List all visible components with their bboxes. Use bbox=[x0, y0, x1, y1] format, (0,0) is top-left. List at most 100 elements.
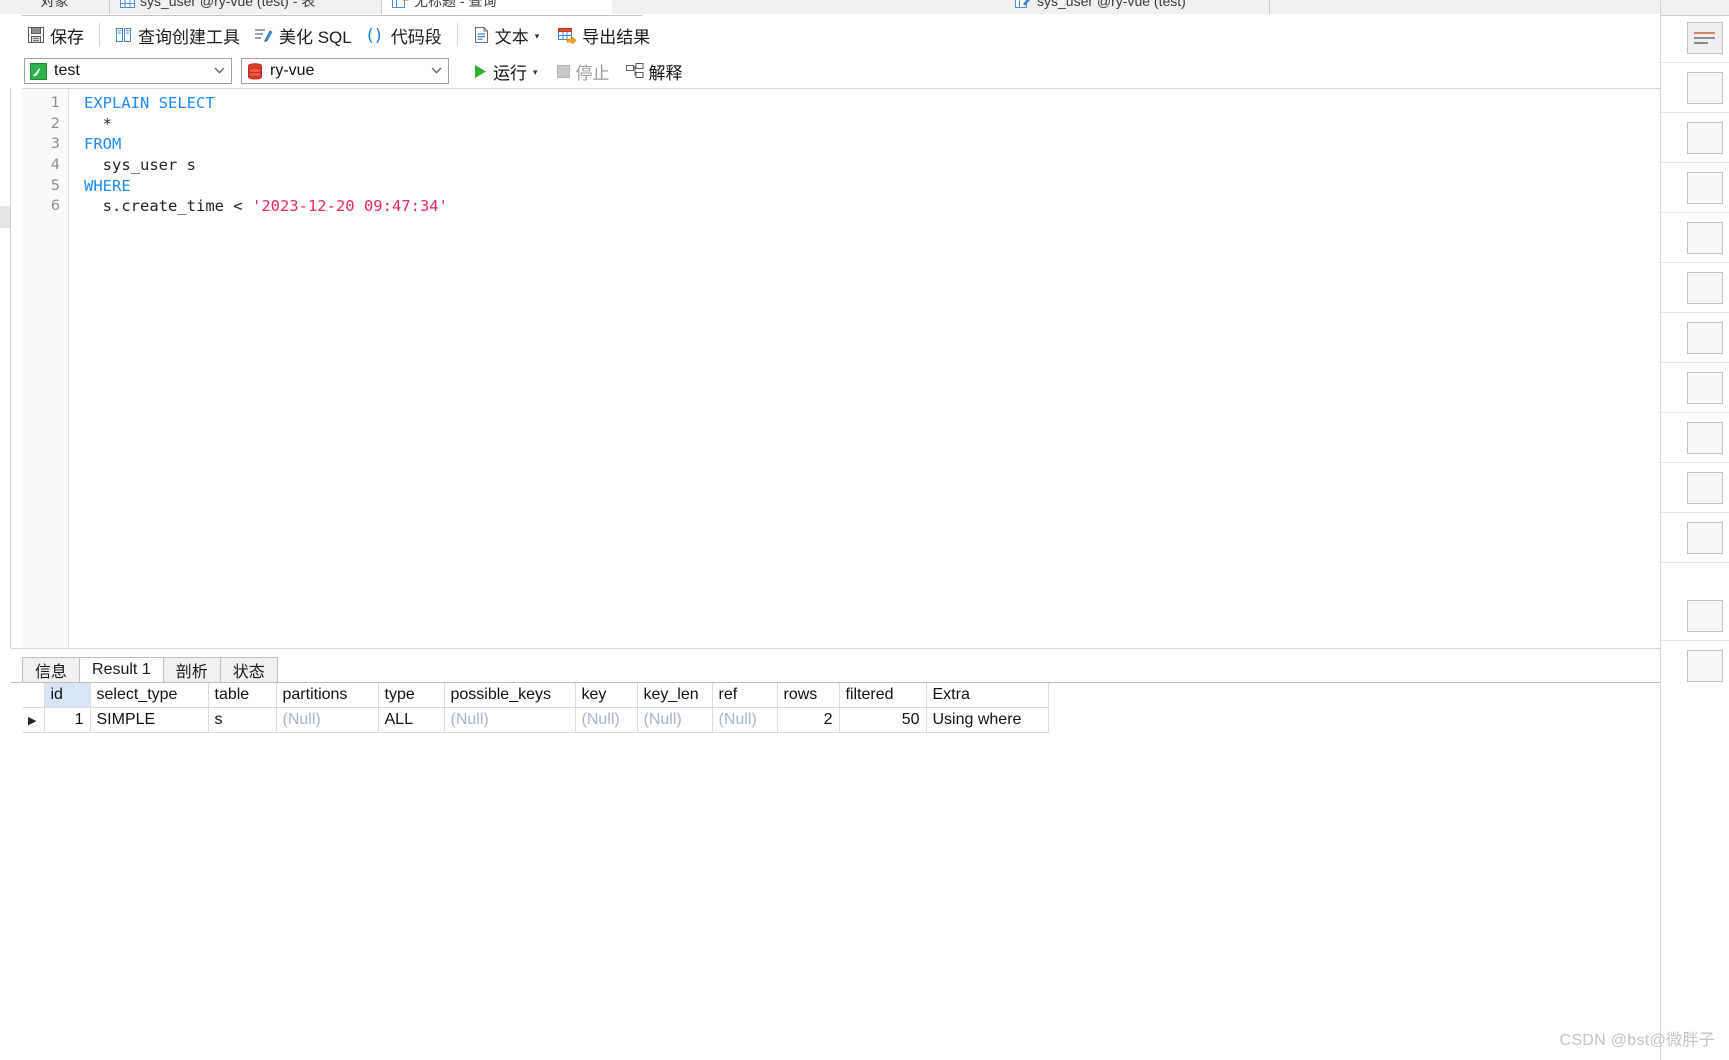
sidebar-tool-5[interactable] bbox=[1687, 222, 1723, 254]
grid-cell[interactable]: (Null) bbox=[574, 707, 638, 733]
sidebar-tool-7[interactable] bbox=[1687, 322, 1723, 354]
database-select[interactable]: ry-vue bbox=[241, 58, 449, 84]
code-line-text: EXPLAIN SELECT bbox=[68, 93, 215, 114]
svg-text:(: ( bbox=[367, 26, 374, 45]
grid-cell[interactable]: (Null) bbox=[711, 707, 778, 733]
grid-cell[interactable]: SIMPLE bbox=[89, 707, 209, 733]
grid-cell[interactable]: Using where bbox=[925, 707, 1049, 733]
sidebar-divider bbox=[1661, 512, 1729, 513]
grid-column-header[interactable]: table bbox=[207, 683, 277, 708]
snippet-button[interactable]: ( ) 代码段 bbox=[359, 20, 449, 50]
grid-column-header[interactable]: ref bbox=[711, 683, 778, 708]
right-sidebar bbox=[1660, 0, 1729, 1060]
grid-column-header[interactable]: possible_keys bbox=[443, 683, 576, 708]
grid-column-header[interactable]: type bbox=[377, 683, 445, 708]
chevron-down-icon[interactable] bbox=[431, 66, 442, 75]
main-toolbar: 保存 查询创建工具 美化 SQL () 代码段 文本 ▾ 导出结果 bbox=[0, 16, 1729, 54]
grid-column-header[interactable]: id bbox=[43, 683, 91, 708]
sidebar-tool-4[interactable] bbox=[1687, 172, 1723, 204]
chevron-down-icon[interactable]: ▾ bbox=[535, 31, 540, 42]
grid-column-header[interactable]: rows bbox=[776, 683, 840, 708]
grid-column-header[interactable]: select_type bbox=[89, 683, 209, 708]
result-tab-1[interactable]: 信息 bbox=[22, 657, 80, 683]
beautify-sql-button[interactable]: 美化 SQL bbox=[247, 20, 359, 50]
grid-cell[interactable]: (Null) bbox=[275, 707, 379, 733]
line-number: 5 bbox=[50, 177, 60, 194]
explain-result-grid[interactable]: id select_type table partitions type possible… bbox=[22, 683, 1049, 733]
grid-cell[interactable]: s bbox=[207, 707, 277, 733]
grid-column-header[interactable]: key bbox=[574, 683, 638, 708]
grid-body: ▶ 1 SIMPLE s (Null) ALL (Null) (Null) (Null) (Nul… bbox=[22, 707, 1049, 733]
table-row[interactable]: ▶ 1 SIMPLE s (Null) ALL (Null) (Null) (Null) (Nul… bbox=[22, 707, 1049, 733]
sidebar-tool-10[interactable] bbox=[1687, 472, 1723, 504]
connection-icon bbox=[30, 62, 47, 80]
export-icon bbox=[557, 26, 577, 44]
table-edit-icon bbox=[1015, 0, 1032, 8]
code-token: * bbox=[84, 114, 112, 133]
grid-cell[interactable]: ALL bbox=[377, 707, 445, 733]
grid-column-label: select_type bbox=[96, 686, 178, 703]
result-tab-4[interactable]: 状态 bbox=[219, 657, 278, 683]
play-icon bbox=[472, 63, 488, 80]
grid-column-header[interactable]: partitions bbox=[275, 683, 379, 708]
save-button[interactable]: 保存 bbox=[20, 20, 91, 50]
grid-cell[interactable]: 1 bbox=[43, 707, 91, 733]
right-sidebar-header bbox=[1661, 0, 1729, 16]
grid-cell[interactable]: 2 bbox=[776, 707, 840, 733]
toolbar-separator-2 bbox=[456, 23, 458, 47]
sidebar-tool-12[interactable] bbox=[1687, 600, 1723, 632]
tab-label: sys_user @ry-vue (test) bbox=[1037, 0, 1186, 9]
sidebar-tool-9[interactable] bbox=[1687, 422, 1723, 454]
grid-column-header[interactable]: key_len bbox=[636, 683, 713, 708]
snippet-icon: ( ) bbox=[366, 25, 386, 45]
grid-cell[interactable]: (Null) bbox=[636, 707, 713, 733]
text-label: 文本 bbox=[494, 27, 529, 47]
grid-cell-value: Using where bbox=[932, 711, 1022, 728]
result-tab-2[interactable]: Result 1 bbox=[79, 657, 163, 683]
connection-value: test bbox=[54, 62, 80, 79]
sidebar-tool-2[interactable] bbox=[1687, 72, 1723, 104]
code-line-text: WHERE bbox=[68, 176, 131, 197]
query-builder-button[interactable]: 查询创建工具 bbox=[108, 20, 247, 50]
sidebar-tool-11[interactable] bbox=[1687, 522, 1723, 554]
grid-column-header[interactable]: Extra bbox=[925, 683, 1049, 708]
chevron-down-icon[interactable] bbox=[214, 66, 225, 75]
sidebar-tool-6[interactable] bbox=[1687, 272, 1723, 304]
sidebar-tool-info[interactable] bbox=[1687, 22, 1723, 54]
code-line: 1 EXPLAIN SELECT bbox=[22, 93, 1664, 114]
grid-column-label: key_len bbox=[643, 686, 699, 703]
code-line: 5 WHERE bbox=[22, 176, 1664, 197]
grid-column-header[interactable]: filtered bbox=[838, 683, 927, 708]
grid-column-label: key bbox=[581, 686, 607, 703]
result-tab-label: 信息 bbox=[35, 664, 68, 681]
query-builder-label: 查询创建工具 bbox=[138, 27, 240, 47]
explain-button[interactable]: 解释 bbox=[621, 57, 688, 85]
text-button[interactable]: 文本 ▾ bbox=[466, 20, 547, 50]
sidebar-tool-8[interactable] bbox=[1687, 372, 1723, 404]
save-label: 保存 bbox=[50, 27, 84, 47]
editor-code-area[interactable]: 1 EXPLAIN SELECT 2 * 3 FROM 4 sys_user s 5 WHER… bbox=[22, 93, 1664, 217]
result-tab-3[interactable]: 剖析 bbox=[162, 657, 220, 683]
export-result-button[interactable]: 导出结果 bbox=[550, 20, 657, 50]
code-line-text: * bbox=[68, 114, 112, 135]
connection-select[interactable]: test bbox=[24, 58, 232, 84]
line-number: 2 bbox=[50, 115, 60, 132]
code-line-text: s.create_time < '2023-12-20 09:47:34' bbox=[68, 196, 448, 217]
grid-cell-value: SIMPLE bbox=[96, 711, 156, 728]
sidebar-tool-3[interactable] bbox=[1687, 122, 1723, 154]
grid-column-label: type bbox=[384, 686, 415, 703]
tab-label: sys_user @ry-vue (test) - 表 bbox=[140, 0, 316, 9]
run-button[interactable]: 运行 ▾ bbox=[467, 57, 543, 85]
export-result-label: 导出结果 bbox=[582, 27, 651, 47]
line-number: 3 bbox=[50, 136, 60, 153]
sidebar-divider bbox=[1661, 412, 1729, 413]
grid-column-label: partitions bbox=[282, 686, 348, 703]
sql-editor[interactable]: 1 EXPLAIN SELECT 2 * 3 FROM 4 sys_user s 5 WHER… bbox=[22, 88, 1664, 649]
grid-cell[interactable]: 50 bbox=[838, 707, 927, 733]
table-icon bbox=[120, 0, 135, 8]
sidebar-tool-13[interactable] bbox=[1687, 650, 1723, 682]
sidebar-divider bbox=[1661, 162, 1729, 163]
beautify-sql-label: 美化 SQL bbox=[279, 27, 352, 47]
grid-cell[interactable]: (Null) bbox=[443, 707, 576, 733]
chevron-down-icon[interactable]: ▾ bbox=[533, 67, 538, 78]
